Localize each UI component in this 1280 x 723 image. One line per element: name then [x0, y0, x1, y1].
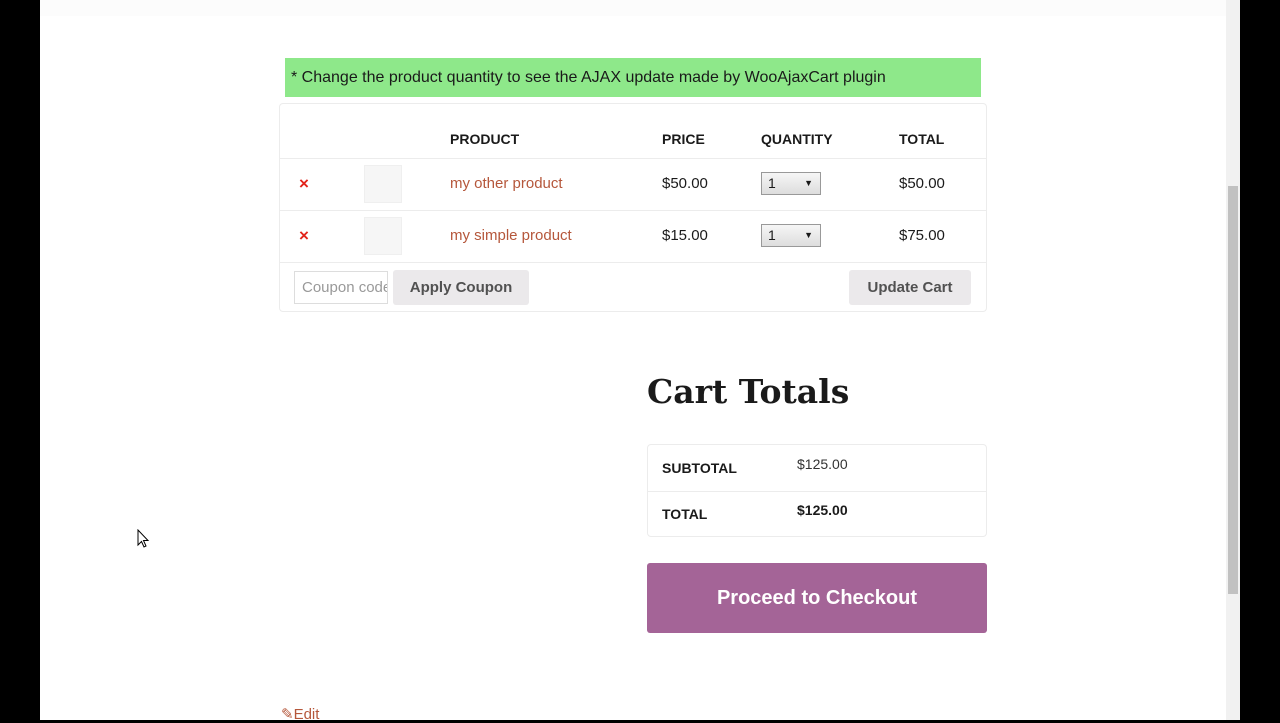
top-strip [40, 0, 1226, 16]
subtotal-value: $125.00 [797, 456, 848, 472]
cart-table: PRODUCT PRICE QUANTITY TOTAL × my other … [279, 103, 987, 312]
table-row: × my simple product $15.00 1 ▼ $75.00 [280, 211, 986, 262]
edit-label: Edit [293, 706, 320, 723]
quantity-value: 1 [768, 227, 776, 243]
total-label: TOTAL [662, 506, 708, 522]
product-thumbnail[interactable] [364, 217, 402, 255]
apply-coupon-button[interactable]: Apply Coupon [393, 270, 529, 305]
header-quantity: QUANTITY [761, 131, 833, 147]
cart-totals-title: Cart Totals [647, 372, 850, 411]
divider [648, 491, 986, 492]
quantity-select[interactable]: 1 ▼ [761, 172, 821, 195]
ajax-notice: * Change the product quantity to see the… [285, 58, 981, 97]
quantity-value: 1 [768, 175, 776, 191]
coupon-input[interactable]: Coupon code [294, 271, 388, 304]
product-total: $75.00 [899, 227, 945, 244]
product-link[interactable]: my other product [450, 175, 563, 192]
scrollbar-thumb[interactable] [1228, 186, 1238, 594]
product-total: $50.00 [899, 175, 945, 192]
cart-totals-table: SUBTOTAL $125.00 TOTAL $125.00 [647, 444, 987, 537]
table-row: × my other product $50.00 1 ▼ $50.00 [280, 159, 986, 210]
dropdown-arrow-icon: ▼ [804, 230, 813, 240]
pencil-icon: ✎ [281, 706, 294, 723]
edit-link[interactable]: ✎Edit [281, 705, 319, 723]
quantity-select[interactable]: 1 ▼ [761, 224, 821, 247]
product-link[interactable]: my simple product [450, 227, 572, 244]
dropdown-arrow-icon: ▼ [804, 178, 813, 188]
remove-item-icon[interactable]: × [299, 226, 309, 246]
subtotal-label: SUBTOTAL [662, 460, 737, 476]
product-thumbnail[interactable] [364, 165, 402, 203]
mouse-cursor-icon [137, 529, 150, 548]
update-cart-button[interactable]: Update Cart [849, 270, 971, 305]
header-total: TOTAL [899, 131, 945, 147]
remove-item-icon[interactable]: × [299, 174, 309, 194]
product-price: $15.00 [662, 227, 708, 244]
proceed-to-checkout-button[interactable]: Proceed to Checkout [647, 563, 987, 633]
page: * Change the product quantity to see the… [40, 0, 1226, 723]
divider [280, 262, 986, 263]
total-value: $125.00 [797, 502, 848, 518]
product-price: $50.00 [662, 175, 708, 192]
header-price: PRICE [662, 131, 705, 147]
header-product: PRODUCT [450, 131, 520, 147]
